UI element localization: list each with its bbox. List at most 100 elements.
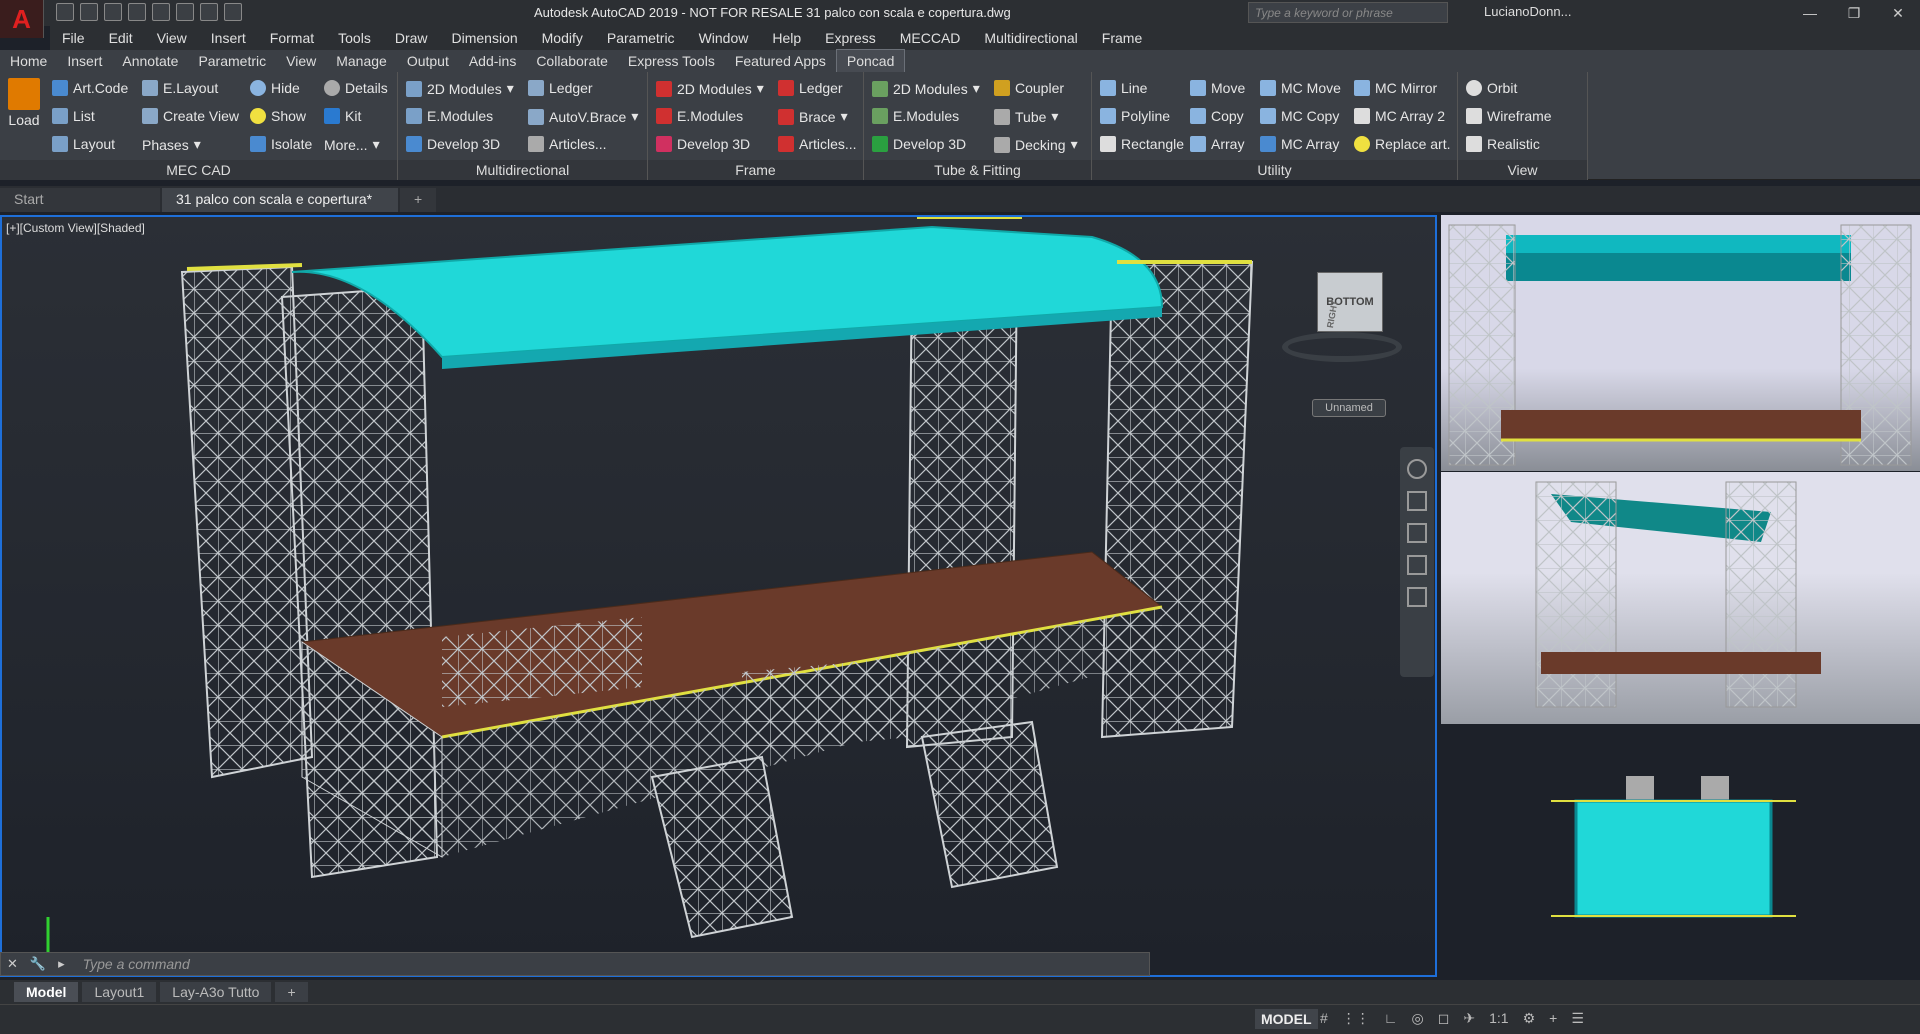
model-space-button[interactable]: MODEL [1255,1009,1318,1029]
tab-addins[interactable]: Add-ins [459,50,526,72]
osnap-icon[interactable]: ◻ [1438,1010,1450,1027]
line-button[interactable]: Line [1100,80,1147,96]
annotation-icon[interactable]: ✈ [1463,1010,1475,1027]
tab-drawing[interactable]: 31 palco con scala e copertura* [162,188,398,212]
fr-articles-button[interactable]: Articles... [778,136,857,152]
kit-button[interactable]: Kit [324,108,361,124]
mc-array-button[interactable]: MC Array [1260,136,1339,152]
command-prompt-icon[interactable]: ▸ [52,956,71,972]
side-viewport[interactable] [1441,472,1920,724]
menu-parametric[interactable]: Parametric [595,30,687,46]
minimize-icon[interactable]: — [1788,0,1832,26]
plus-icon[interactable]: + [1549,1010,1557,1027]
grid-icon[interactable]: # [1320,1010,1328,1027]
print-icon[interactable] [176,3,194,21]
save-icon[interactable] [104,3,122,21]
tab-lay-a3o[interactable]: Lay-A3o Tutto [160,982,272,1002]
tf-tube-button[interactable]: Tube ▾ [994,108,1058,125]
list-button[interactable]: List [52,108,95,124]
menu-help[interactable]: Help [760,30,813,46]
mc-copy-button[interactable]: MC Copy [1260,108,1339,124]
menu-tools[interactable]: Tools [326,30,383,46]
front-viewport[interactable] [1441,215,1920,471]
tab-insert[interactable]: Insert [57,50,112,72]
web-icon[interactable] [152,3,170,21]
hamburger-icon[interactable]: ☰ [1571,1010,1584,1027]
menu-frame[interactable]: Frame [1090,30,1154,46]
md-2d-modules-button[interactable]: 2D Modules ▾ [406,80,514,97]
tab-poncad[interactable]: Poncad [835,49,906,72]
search-input[interactable]: Type a keyword or phrase [1248,2,1448,23]
menu-format[interactable]: Format [258,30,326,46]
tab-manage[interactable]: Manage [326,50,397,72]
new-tab-button[interactable]: + [400,188,437,212]
mc-array-2-button[interactable]: MC Array 2 [1354,108,1445,124]
close-icon[interactable]: ✕ [1,956,24,972]
rectangle-button[interactable]: Rectangle [1100,136,1184,152]
more-button[interactable]: More... ▾ [324,136,380,153]
tab-home[interactable]: Home [0,50,57,72]
polyline-button[interactable]: Polyline [1100,108,1170,124]
tf-e-modules-button[interactable]: E.Modules [872,108,959,124]
new-icon[interactable] [56,3,74,21]
named-view-dropdown[interactable]: Unnamed [1312,399,1386,417]
tf-2d-modules-button[interactable]: 2D Modules ▾ [872,80,980,97]
zoom-icon[interactable] [1407,523,1427,543]
menu-draw[interactable]: Draw [383,30,440,46]
menu-view[interactable]: View [145,30,199,46]
isolate-button[interactable]: Isolate [250,136,312,152]
tab-annotate[interactable]: Annotate [112,50,188,72]
tf-decking-button[interactable]: Decking ▾ [994,136,1078,153]
e-layout-button[interactable]: E.Layout [142,80,218,96]
top-viewport[interactable] [1441,726,1920,976]
fr-e-modules-button[interactable]: E.Modules [656,108,743,124]
steering-wheel-icon[interactable] [1407,459,1427,479]
md-ledger-button[interactable]: Ledger [528,80,593,96]
main-viewport[interactable]: [+][Custom View][Shaded] BOTTOM RIGHT Un… [0,215,1437,977]
tab-parametric[interactable]: Parametric [188,50,276,72]
details-button[interactable]: Details [324,80,388,96]
md-develop-3d-button[interactable]: Develop 3D [406,136,500,152]
mc-mirror-button[interactable]: MC Mirror [1354,80,1437,96]
menu-multidirectional[interactable]: Multidirectional [972,30,1089,46]
showmotion-icon[interactable] [1407,587,1427,607]
layout-button[interactable]: Layout [52,136,115,152]
realistic-button[interactable]: Realistic [1466,136,1540,152]
fr-brace-button[interactable]: Brace ▾ [778,108,848,125]
command-input[interactable]: Type a command [71,956,1149,972]
menu-modify[interactable]: Modify [530,30,595,46]
annotation-scale[interactable]: 1:1 [1489,1010,1508,1027]
ortho-icon[interactable]: ∟ [1384,1010,1398,1027]
tf-coupler-button[interactable]: Coupler [994,80,1064,96]
md-autov-brace-button[interactable]: AutoV.Brace ▾ [528,108,638,125]
fr-develop-3d-button[interactable]: Develop 3D [656,136,750,152]
tab-express-tools[interactable]: Express Tools [618,50,725,72]
mc-move-button[interactable]: MC Move [1260,80,1341,96]
create-view-button[interactable]: Create View [142,108,239,124]
open-icon[interactable] [80,3,98,21]
md-e-modules-button[interactable]: E.Modules [406,108,493,124]
tab-view[interactable]: View [276,50,326,72]
tab-featured-apps[interactable]: Featured Apps [725,50,836,72]
array-button[interactable]: Array [1190,136,1244,152]
close-icon[interactable]: ✕ [1876,0,1920,26]
replace-art-button[interactable]: Replace art. [1354,136,1450,152]
menu-insert[interactable]: Insert [199,30,258,46]
md-articles-button[interactable]: Articles... [528,136,607,152]
viewcube[interactable]: BOTTOM RIGHT [1277,272,1407,362]
app-logo[interactable]: A [0,0,44,38]
undo-icon[interactable] [200,3,218,21]
pan-icon[interactable] [1407,491,1427,511]
menu-file[interactable]: File [50,30,97,46]
phases-button[interactable]: Phases ▾ [142,136,201,153]
snap-icon[interactable]: ⋮⋮ [1342,1010,1370,1027]
user-account[interactable]: LucianoDonn... [1484,4,1571,19]
restore-icon[interactable]: ❐ [1832,0,1876,26]
save-as-icon[interactable] [128,3,146,21]
copy-button[interactable]: Copy [1190,108,1244,124]
redo-icon[interactable] [224,3,242,21]
orbit-button[interactable]: Orbit [1466,80,1517,96]
polar-icon[interactable]: ◎ [1412,1010,1424,1027]
load-button[interactable]: Load [8,78,40,128]
fr-ledger-button[interactable]: Ledger [778,80,843,96]
